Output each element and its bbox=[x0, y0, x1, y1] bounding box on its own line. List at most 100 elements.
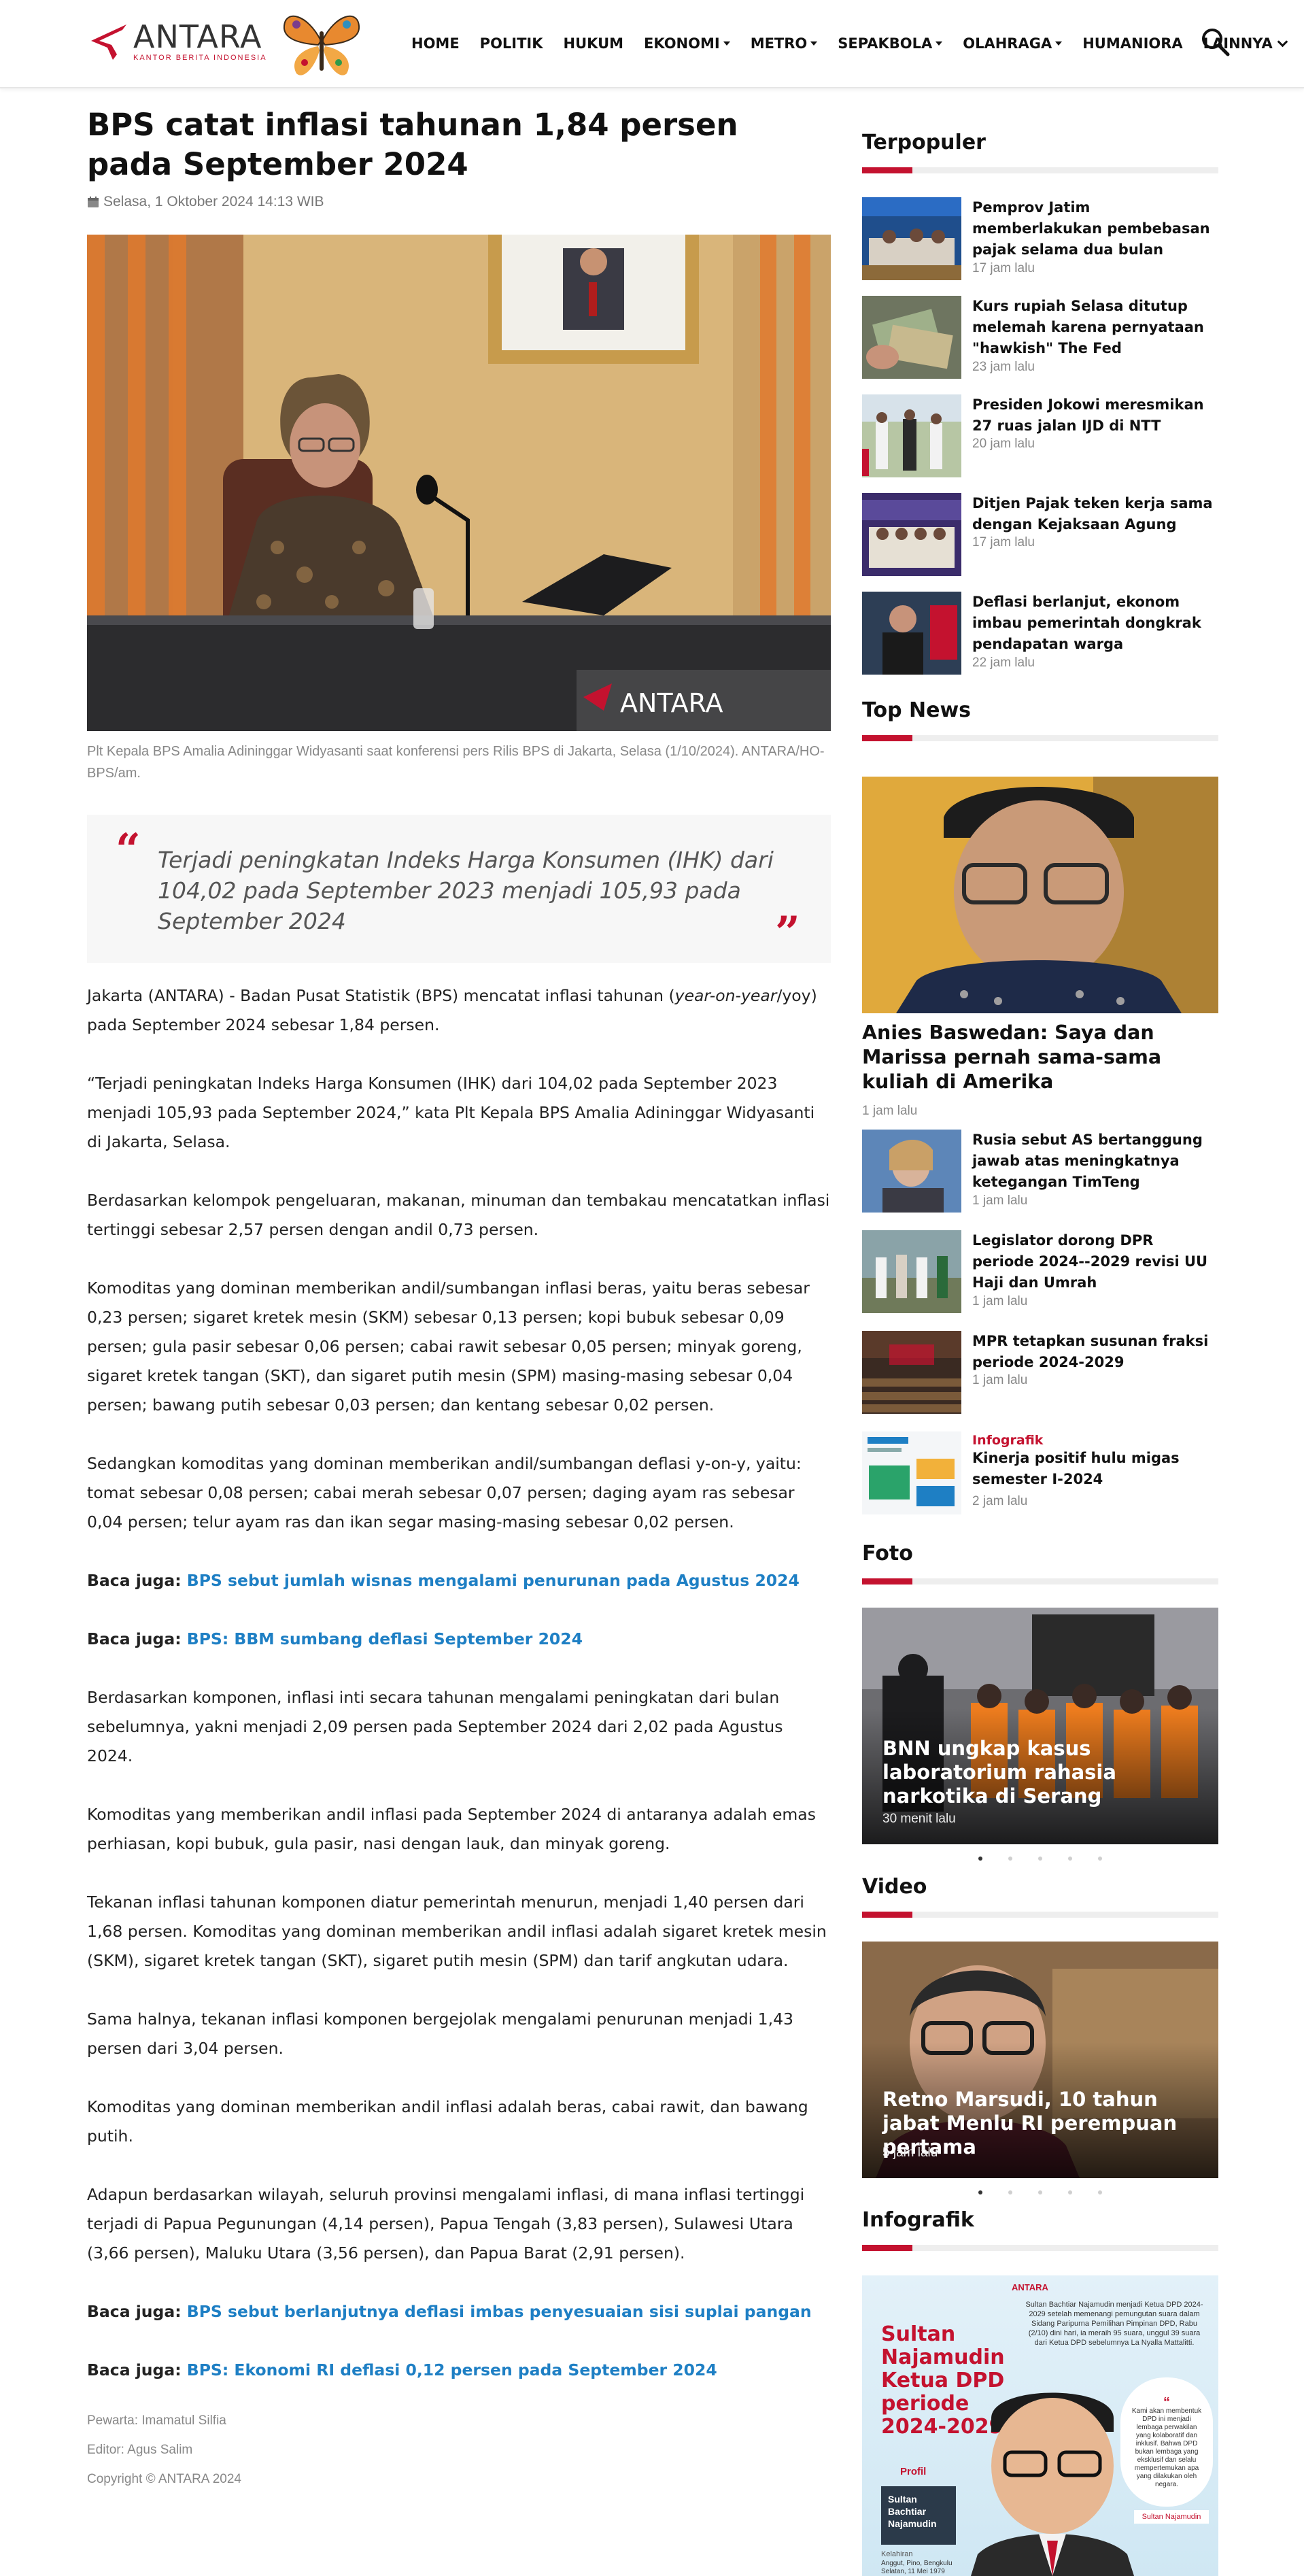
topnews-hero-image[interactable] bbox=[862, 777, 1218, 1013]
paragraph: Sedangkan komoditas yang dominan memberi… bbox=[87, 1454, 802, 1531]
news-thumbnail bbox=[862, 1331, 961, 1414]
video-slider[interactable]: Retno Marsudi, 10 tahun jabat Menlu RI p… bbox=[862, 1942, 1218, 2178]
news-title-link[interactable]: Ditjen Pajak teken kerja sama dengan Kej… bbox=[972, 493, 1218, 535]
paragraph: “Terjadi peningkatan Indeks Harga Konsum… bbox=[87, 1074, 815, 1151]
news-title-link[interactable]: MPR tetapkan susunan fraksi periode 2024… bbox=[972, 1331, 1218, 1373]
nav-metro[interactable]: METRO bbox=[740, 35, 828, 52]
slider-dot[interactable] bbox=[978, 2190, 982, 2194]
read-also-label: Baca juga: bbox=[87, 1629, 182, 1648]
main-nav: HOME POLITIK HUKUM EKONOMI METRO SEPAKBO… bbox=[401, 30, 1297, 57]
paragraph: Jakarta (ANTARA) - Badan Pusat Statistik… bbox=[87, 986, 817, 1034]
section-title: Infografik bbox=[862, 2208, 974, 2232]
list-item[interactable]: MPR tetapkan susunan fraksi periode 2024… bbox=[862, 1331, 1218, 1414]
pull-quote: “ Terjadi peningkatan Indeks Harga Konsu… bbox=[87, 815, 831, 963]
article-title: BPS catat inflasi tahunan 1,84 persen pa… bbox=[87, 107, 738, 182]
photo-watermark: ANTARA bbox=[620, 688, 723, 718]
antara-logo[interactable]: ANTARA KANTOR BERITA INDONESIA bbox=[87, 20, 271, 63]
slider-dot[interactable] bbox=[978, 1857, 982, 1861]
news-time: 23 jam lalu bbox=[972, 360, 1035, 374]
nav-humaniora[interactable]: HUMANIORA bbox=[1072, 35, 1193, 52]
article-date: Selasa, 1 Oktober 2024 14:13 WIB bbox=[103, 194, 324, 209]
read-also-label: Baca juga: bbox=[87, 1571, 182, 1590]
news-time: 17 jam lalu bbox=[972, 535, 1035, 549]
news-title-link[interactable]: Kinerja positif hulu migas semester I-20… bbox=[972, 1448, 1218, 1490]
foto-slider[interactable]: BNN ungkap kasus laboratorium rahasia na… bbox=[862, 1608, 1218, 1844]
news-thumbnail bbox=[862, 1130, 961, 1213]
chevron-down-icon bbox=[1277, 36, 1288, 47]
news-title-link[interactable]: Kurs rupiah Selasa ditutup melemah karen… bbox=[972, 296, 1218, 359]
news-thumbnail bbox=[862, 1230, 961, 1313]
list-item[interactable]: Ditjen Pajak teken kerja sama dengan Kej… bbox=[862, 493, 1218, 576]
caret-down-icon bbox=[936, 41, 943, 46]
site-header: ANTARA KANTOR BERITA INDONESIA HOME POLI… bbox=[0, 0, 1304, 88]
logo-title: ANTARA bbox=[133, 18, 262, 55]
list-item[interactable]: Kurs rupiah Selasa ditutup melemah karen… bbox=[862, 296, 1218, 379]
section-title: Terpopuler bbox=[862, 131, 986, 154]
infografik-profil-label: Profil bbox=[900, 2466, 927, 2477]
paragraph: Sama halnya, tekanan inflasi komponen be… bbox=[87, 2010, 793, 2058]
nav-olahraga[interactable]: OLAHRAGA bbox=[953, 35, 1072, 52]
nav-politik[interactable]: POLITIK bbox=[470, 35, 553, 52]
copyright: Copyright © ANTARA 2024 bbox=[87, 2472, 241, 2486]
infografik-quote-name: Sultan Najamudin bbox=[1134, 2510, 1209, 2524]
paragraph: Komoditas yang dominan memberikan andil/… bbox=[87, 1278, 810, 1414]
list-item[interactable]: Legislator dorong DPR periode 2024--2029… bbox=[862, 1230, 1218, 1313]
list-item[interactable]: Rusia sebut AS bertanggung jawab atas me… bbox=[862, 1130, 1218, 1213]
list-item[interactable]: Pemprov Jatim memberlakukan pembebasan p… bbox=[862, 197, 1218, 280]
pull-quote-text: Terjadi peningkatan Indeks Harga Konsume… bbox=[158, 847, 774, 934]
editor-credit: Editor: Agus Salim bbox=[87, 2443, 193, 2457]
slider-dot[interactable] bbox=[1008, 1857, 1012, 1861]
slider-dot[interactable] bbox=[1008, 2190, 1012, 2194]
slider-dot[interactable] bbox=[1068, 1857, 1072, 1861]
paragraph: Adapun berdasarkan wilayah, seluruh prov… bbox=[87, 2185, 805, 2263]
news-title-link[interactable]: Presiden Jokowi meresmikan 27 ruas jalan… bbox=[972, 394, 1218, 437]
caret-down-icon bbox=[1055, 41, 1063, 46]
read-also-link[interactable]: BPS sebut jumlah wisnas mengalami penuru… bbox=[187, 1571, 800, 1590]
news-thumbnail bbox=[862, 592, 961, 675]
slider-dot[interactable] bbox=[1098, 2190, 1102, 2194]
news-title-link[interactable]: Rusia sebut AS bertanggung jawab atas me… bbox=[972, 1130, 1218, 1193]
nav-sepakbola[interactable]: SEPAKBOLA bbox=[827, 35, 953, 52]
slider-dot[interactable] bbox=[1068, 2190, 1072, 2194]
infografik-card[interactable]: ANTARA Sultan Najamudin Ketua DPD period… bbox=[862, 2275, 1218, 2576]
search-icon[interactable] bbox=[1199, 26, 1231, 57]
news-thumbnail bbox=[862, 493, 961, 576]
slider-dot[interactable] bbox=[1038, 2190, 1042, 2194]
reporter-credit: Pewarta: Imamatul Silfia bbox=[87, 2413, 226, 2428]
infografik-header: Infografik bbox=[862, 2207, 1218, 2251]
paragraph: Berdasarkan kelompok pengeluaran, makana… bbox=[87, 1191, 830, 1239]
list-item[interactable]: Deflasi berlanjut, ekonom imbau pemerint… bbox=[862, 592, 1218, 675]
section-divider bbox=[862, 2245, 1218, 2251]
read-also-link[interactable]: BPS: BBM sumbang deflasi September 2024 bbox=[187, 1629, 583, 1648]
list-item[interactable]: Presiden Jokowi meresmikan 27 ruas jalan… bbox=[862, 394, 1218, 477]
news-time: 5 jam lalu bbox=[882, 2146, 938, 2160]
read-also: Baca juga: BPS: BBM sumbang deflasi Sept… bbox=[87, 1625, 831, 1654]
list-item[interactable]: Infografik Kinerja positif hulu migas se… bbox=[862, 1431, 1218, 1514]
slider-dot[interactable] bbox=[1038, 1857, 1042, 1861]
nav-hukum[interactable]: HUKUM bbox=[553, 35, 634, 52]
logo-wordmark: ANTARA KANTOR BERITA INDONESIA bbox=[133, 21, 267, 62]
read-also-label: Baca juga: bbox=[87, 2360, 182, 2379]
infografik-quote-text: Kami akan membentuk DPD ini menjadi lemb… bbox=[1131, 2407, 1202, 2488]
paragraph: Tekanan inflasi tahunan komponen diatur … bbox=[87, 1893, 827, 1970]
article-photo[interactable]: ANTARA bbox=[87, 235, 831, 731]
news-time: 30 menit lalu bbox=[882, 1812, 956, 1826]
nav-ekonomi[interactable]: EKONOMI bbox=[634, 35, 740, 52]
read-also-link[interactable]: BPS sebut berlanjutnya deflasi imbas pen… bbox=[187, 2302, 812, 2321]
article-meta: Selasa, 1 Oktober 2024 14:13 WIB bbox=[87, 194, 831, 210]
paragraph: Komoditas yang memberikan andil inflasi … bbox=[87, 1805, 816, 1853]
topnews-hero-title[interactable]: Anies Baswedan: Saya dan Marissa pernah … bbox=[862, 1021, 1218, 1094]
news-thumbnail bbox=[862, 296, 961, 379]
foto-title[interactable]: BNN ungkap kasus laboratorium rahasia na… bbox=[882, 1737, 1202, 1808]
news-time: 1 jam lalu bbox=[972, 1294, 1028, 1308]
read-also-link[interactable]: BPS: Ekonomi RI deflasi 0,12 persen pada… bbox=[187, 2360, 717, 2379]
infografik-quote: “ Kami akan membentuk DPD ini menjadi le… bbox=[1120, 2377, 1213, 2507]
news-time: 17 jam lalu bbox=[972, 261, 1035, 275]
article-body: Jakarta (ANTARA) - Badan Pusat Statistik… bbox=[87, 981, 831, 2494]
slider-dot[interactable] bbox=[1098, 1857, 1102, 1861]
nav-home[interactable]: HOME bbox=[401, 35, 470, 52]
news-title-link[interactable]: Deflasi berlanjut, ekonom imbau pemerint… bbox=[972, 592, 1218, 655]
news-thumbnail bbox=[862, 197, 961, 280]
news-title-link[interactable]: Pemprov Jatim memberlakukan pembebasan p… bbox=[972, 197, 1218, 260]
news-title-link[interactable]: Legislator dorong DPR periode 2024--2029… bbox=[972, 1230, 1218, 1293]
